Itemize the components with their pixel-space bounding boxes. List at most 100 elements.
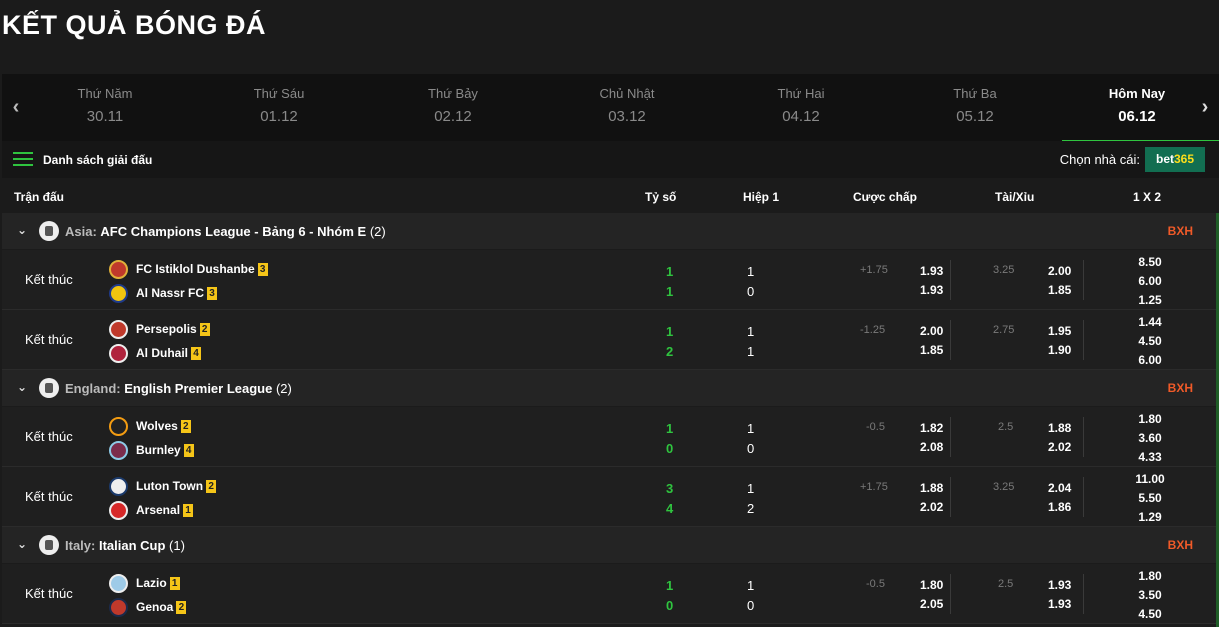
home-score: 1 bbox=[666, 578, 674, 593]
odd-1[interactable]: 1.80 bbox=[1128, 412, 1172, 426]
over-under-line: 3.25 bbox=[993, 264, 1015, 276]
odd-1[interactable]: 8.50 bbox=[1128, 255, 1172, 269]
odd-x[interactable]: 3.60 bbox=[1128, 431, 1172, 445]
team-logo-icon bbox=[109, 417, 128, 436]
odd-1[interactable]: 11.00 bbox=[1128, 472, 1172, 486]
day-tab-hom-nay[interactable]: Hôm Nay 06.12 bbox=[1062, 74, 1219, 143]
league-row-italian-cup[interactable]: ⌄ Italy: Italian Cup (1) BXH bbox=[2, 527, 1219, 563]
day-tab-thu-nam[interactable]: Thứ Năm 30.11 bbox=[18, 74, 192, 141]
match-status: Kết thúc bbox=[25, 489, 73, 504]
under-odd[interactable]: 1.86 bbox=[1048, 500, 1071, 514]
odd-2[interactable]: 4.33 bbox=[1128, 450, 1172, 464]
home-half1-score: 1 bbox=[747, 324, 755, 339]
standings-link[interactable]: BXH bbox=[1168, 538, 1193, 552]
odd-1[interactable]: 1.44 bbox=[1128, 315, 1172, 329]
league-logo-icon bbox=[39, 535, 59, 555]
filter-bar: Danh sách giải đấu Chọn nhà cái: bet365 bbox=[2, 141, 1219, 178]
handicap-odd-home[interactable]: 2.00 bbox=[920, 324, 943, 338]
bookmaker-select[interactable]: bet365 bbox=[1145, 147, 1205, 172]
team-logo-icon bbox=[109, 574, 128, 593]
day-date: 02.12 bbox=[434, 108, 472, 125]
team-name: Al Duhail bbox=[136, 346, 189, 360]
team-logo-icon bbox=[109, 260, 128, 279]
odd-2[interactable]: 1.25 bbox=[1128, 293, 1172, 307]
handicap-odd-home[interactable]: 1.82 bbox=[920, 421, 943, 435]
odd-x[interactable]: 4.50 bbox=[1128, 334, 1172, 348]
match-row[interactable]: Kết thúc Persepolis 2 Al Duhail 4 1 2 1 1 … bbox=[2, 310, 1219, 370]
odd-1[interactable]: 1.80 bbox=[1128, 569, 1172, 583]
divider bbox=[950, 260, 951, 300]
handicap-line: -0.5 bbox=[866, 421, 885, 433]
divider bbox=[1083, 417, 1084, 457]
divider bbox=[950, 574, 951, 614]
under-odd[interactable]: 2.02 bbox=[1048, 440, 1071, 454]
handicap-odd-away[interactable]: 1.85 bbox=[920, 343, 943, 357]
over-odd[interactable]: 1.88 bbox=[1048, 421, 1071, 435]
match-row[interactable]: Kết thúc FC Istiklol Dushanbe 3 Al Nassr … bbox=[2, 250, 1219, 310]
rank-badge: 2 bbox=[180, 420, 191, 433]
hamburger-menu-icon[interactable] bbox=[13, 152, 33, 168]
odd-x[interactable]: 3.50 bbox=[1128, 588, 1172, 602]
day-name: Hôm Nay bbox=[1108, 86, 1166, 101]
team-name: Arsenal bbox=[136, 503, 181, 517]
day-tab-chu-nhat[interactable]: Chủ Nhật 03.12 bbox=[540, 74, 714, 141]
handicap-odd-home[interactable]: 1.93 bbox=[920, 264, 943, 278]
team-name: Wolves bbox=[136, 419, 178, 433]
handicap-odd-away[interactable]: 2.02 bbox=[920, 500, 943, 514]
chevron-down-icon[interactable]: ⌄ bbox=[17, 380, 27, 394]
page-title: KẾT QUẢ BÓNG ĐÁ bbox=[2, 10, 266, 40]
bookmaker-label: Chọn nhà cái: bbox=[1059, 152, 1140, 167]
day-tab-thu-ba[interactable]: Thứ Ba 05.12 bbox=[888, 74, 1062, 141]
day-tab-thu-sau[interactable]: Thứ Sáu 01.12 bbox=[192, 74, 366, 141]
over-under-line: 3.25 bbox=[993, 481, 1015, 493]
league-list-link[interactable]: Danh sách giải đấu bbox=[43, 153, 152, 167]
odd-2[interactable]: 1.29 bbox=[1128, 510, 1172, 524]
team-name: Burnley bbox=[136, 443, 181, 457]
over-odd[interactable]: 1.95 bbox=[1048, 324, 1071, 338]
day-date: 30.11 bbox=[86, 108, 124, 125]
handicap-odd-away[interactable]: 2.05 bbox=[920, 597, 943, 611]
odd-2[interactable]: 6.00 bbox=[1128, 353, 1172, 367]
day-name: Thứ Hai bbox=[777, 86, 825, 101]
chevron-down-icon[interactable]: ⌄ bbox=[17, 537, 27, 551]
away-half1-score: 2 bbox=[747, 501, 755, 516]
team-logo-icon bbox=[109, 598, 128, 617]
home-score: 1 bbox=[666, 324, 674, 339]
standings-link[interactable]: BXH bbox=[1168, 224, 1193, 238]
day-date: 01.12 bbox=[260, 108, 298, 125]
under-odd[interactable]: 1.93 bbox=[1048, 597, 1071, 611]
handicap-odd-home[interactable]: 1.80 bbox=[920, 578, 943, 592]
under-odd[interactable]: 1.85 bbox=[1048, 283, 1071, 297]
league-row-afc[interactable]: ⌄ Asia: AFC Champions League - Bảng 6 - … bbox=[2, 213, 1219, 249]
day-tab-thu-bay[interactable]: Thứ Bảy 02.12 bbox=[366, 74, 540, 141]
handicap-line: +1.75 bbox=[860, 264, 888, 276]
over-odd[interactable]: 1.93 bbox=[1048, 578, 1071, 592]
handicap-odd-away[interactable]: 1.93 bbox=[920, 283, 943, 297]
match-row[interactable]: Kết thúc Luton Town 2 Arsenal 1 3 4 1 2 +1… bbox=[2, 467, 1219, 527]
handicap-line: -1.25 bbox=[860, 324, 886, 336]
match-row[interactable]: Kết thúc Lazio 1 Genoa 2 1 0 1 0 -0.5 1.80… bbox=[2, 564, 1219, 624]
odd-x[interactable]: 5.50 bbox=[1128, 491, 1172, 505]
match-row[interactable]: Kết thúc Wolves 2 Burnley 4 1 0 1 0 -0.5 1… bbox=[2, 407, 1219, 467]
day-date: 04.12 bbox=[782, 108, 820, 125]
standings-link[interactable]: BXH bbox=[1168, 381, 1193, 395]
team-logo-icon bbox=[109, 477, 128, 496]
rank-badge: 1 bbox=[169, 577, 180, 590]
match-status: Kết thúc bbox=[25, 429, 73, 444]
team-logo-icon bbox=[109, 320, 128, 339]
handicap-line: +1.75 bbox=[860, 481, 888, 493]
over-odd[interactable]: 2.04 bbox=[1048, 481, 1071, 495]
team-name: Lazio bbox=[136, 576, 167, 590]
handicap-odd-away[interactable]: 2.08 bbox=[920, 440, 943, 454]
under-odd[interactable]: 1.90 bbox=[1048, 343, 1071, 357]
over-odd[interactable]: 2.00 bbox=[1048, 264, 1071, 278]
over-under-line: 2.5 bbox=[998, 578, 1014, 590]
chevron-right-icon[interactable]: › bbox=[1197, 96, 1213, 118]
handicap-odd-home[interactable]: 1.88 bbox=[920, 481, 943, 495]
chevron-down-icon[interactable]: ⌄ bbox=[17, 223, 27, 237]
header-half1: Hiệp 1 bbox=[743, 190, 780, 204]
odd-2[interactable]: 4.50 bbox=[1128, 607, 1172, 621]
odd-x[interactable]: 6.00 bbox=[1128, 274, 1172, 288]
league-row-epl[interactable]: ⌄ England: English Premier League (2) BX… bbox=[2, 370, 1219, 406]
day-tab-thu-hai[interactable]: Thứ Hai 04.12 bbox=[714, 74, 888, 141]
